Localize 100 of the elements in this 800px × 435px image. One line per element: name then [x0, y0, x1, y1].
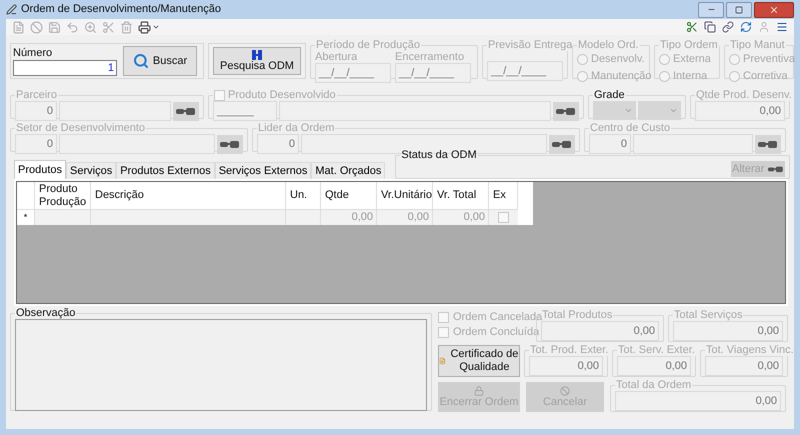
radio-button[interactable] — [659, 71, 670, 82]
scissors-icon[interactable] — [102, 20, 115, 34]
group-title: Período de Produção — [315, 39, 421, 51]
dropdown[interactable] — [593, 101, 636, 120]
radio-label: Desenvolv. — [591, 53, 645, 66]
text-field[interactable]: __/__/____ — [395, 63, 471, 83]
text-field[interactable]: 0,00 — [705, 356, 783, 376]
group-title: Tot. Viagens Vinc. — [705, 344, 795, 356]
group-title: Lider da Ordem — [257, 122, 336, 134]
checkbox-label: Ordem Cancelada — [453, 311, 542, 324]
radio-label: Interna — [673, 70, 708, 83]
group-title: Tot. Prod. Exter. — [529, 344, 610, 356]
save-icon[interactable] — [48, 20, 61, 34]
search-button[interactable]: Buscar — [123, 46, 197, 76]
field-label: Número — [13, 46, 54, 60]
group-title: Tipo Manut — [729, 39, 786, 51]
group-title: Total Serviços — [673, 309, 744, 321]
group-title: Tot. Serv. Exter. — [617, 344, 696, 356]
group-title: Grade — [593, 89, 626, 101]
close-button[interactable] — [754, 2, 794, 18]
user-icon[interactable] — [758, 21, 770, 33]
refresh-icon[interactable] — [740, 21, 752, 33]
group-title: Status da ODM — [400, 149, 478, 161]
lock-icon — [474, 386, 484, 396]
undo-icon[interactable] — [66, 20, 79, 34]
maximize-button[interactable] — [726, 2, 752, 18]
radio-label: Manutenção — [591, 70, 652, 83]
close-icon — [769, 4, 779, 14]
text-field[interactable]: 0 — [257, 134, 299, 154]
checkbox-label: Ordem Concluída — [453, 326, 540, 339]
table-cell — [286, 210, 321, 225]
group-title: Modelo Ord. — [577, 39, 640, 51]
tab[interactable]: Serviços — [66, 162, 116, 179]
checkbox-label: Produto Desenvolvido — [228, 89, 336, 101]
tab[interactable]: Produtos — [14, 160, 66, 179]
text-field[interactable]: 0,00 — [695, 101, 785, 121]
text-field[interactable]: ______ — [213, 101, 277, 121]
field-label: Encerramento — [395, 51, 466, 63]
checkbox[interactable] — [214, 90, 225, 100]
group-title: Tipo Ordem — [659, 39, 719, 51]
maximize-icon — [735, 6, 743, 14]
group-title: Qtde Prod. Desenv. — [695, 89, 793, 101]
text-field[interactable]: 0,00 — [541, 321, 659, 341]
radio-button[interactable] — [577, 54, 588, 65]
group-title: Observação — [15, 307, 76, 319]
text-field[interactable]: 0 — [15, 101, 57, 121]
radio-button[interactable] — [729, 71, 740, 82]
radio-button[interactable] — [659, 54, 670, 65]
lookup-button[interactable] — [549, 134, 575, 154]
text-field[interactable]: __/__/____ — [487, 61, 563, 81]
lookup-button[interactable] — [553, 102, 579, 120]
certificate-button[interactable]: Certificado de Qualidade — [438, 345, 520, 377]
tab[interactable]: Produtos Externos — [116, 162, 215, 179]
text-field[interactable]: 0,00 — [617, 356, 691, 376]
checkbox[interactable] — [438, 327, 449, 338]
radio-label: Corretiva — [743, 70, 788, 83]
chevron-icon — [669, 106, 678, 115]
table-cell: 0,00 — [377, 210, 433, 225]
text-field[interactable]: 0,00 — [529, 356, 603, 376]
checkbox[interactable] — [498, 212, 509, 223]
lookup-button[interactable] — [217, 134, 243, 154]
text-field[interactable] — [279, 101, 551, 121]
group-title: Centro de Custo — [589, 122, 672, 134]
text-field[interactable]: 0 — [589, 134, 631, 154]
radio-button[interactable] — [577, 71, 588, 82]
text-field[interactable]: 0,00 — [615, 391, 781, 411]
radio-label: Preventiva — [743, 53, 795, 66]
radio-label: Externa — [673, 53, 711, 66]
group-title: Total Produtos — [542, 309, 614, 321]
table-cell — [35, 210, 91, 225]
text-field[interactable] — [59, 134, 215, 154]
tab[interactable]: Serviços Externos — [214, 162, 312, 179]
search-odm-button[interactable]: Pesquisa ODM — [213, 47, 301, 75]
text-field[interactable]: 0 — [15, 134, 57, 154]
menu-icon[interactable] — [776, 21, 788, 33]
lookup-button[interactable] — [755, 134, 781, 154]
table-cell: 0,00 — [321, 210, 377, 225]
text-field[interactable]: __/__/____ — [315, 63, 391, 83]
field-label: Abertura — [315, 51, 358, 63]
zoom-icon[interactable] — [84, 20, 97, 34]
radio-button[interactable] — [729, 54, 740, 65]
text-field[interactable] — [633, 134, 753, 154]
text-field[interactable] — [59, 101, 171, 121]
lookup-button[interactable] — [173, 102, 199, 120]
checkbox[interactable] — [438, 312, 449, 323]
printer-icon[interactable] — [138, 20, 151, 34]
text-field[interactable]: 0,00 — [673, 321, 783, 341]
number-input[interactable]: 1 — [13, 60, 117, 76]
app-icon — [6, 4, 17, 15]
tab[interactable]: Mat. Orçados — [311, 162, 386, 179]
group-title: Parceiro — [15, 89, 58, 101]
chevron-icon — [624, 106, 633, 115]
table-cell: 0,00 — [433, 210, 489, 225]
window-title: Ordem de Desenvolvimento/Manutenção — [21, 4, 221, 15]
dropdown[interactable] — [638, 101, 681, 120]
group-title: Previsão Entrega — [487, 39, 574, 51]
search-icon — [132, 53, 149, 69]
dropdown-icon[interactable] — [152, 23, 160, 31]
cancel-icon[interactable] — [30, 20, 43, 34]
group-title: Setor de Desenvolvimento — [15, 122, 146, 134]
